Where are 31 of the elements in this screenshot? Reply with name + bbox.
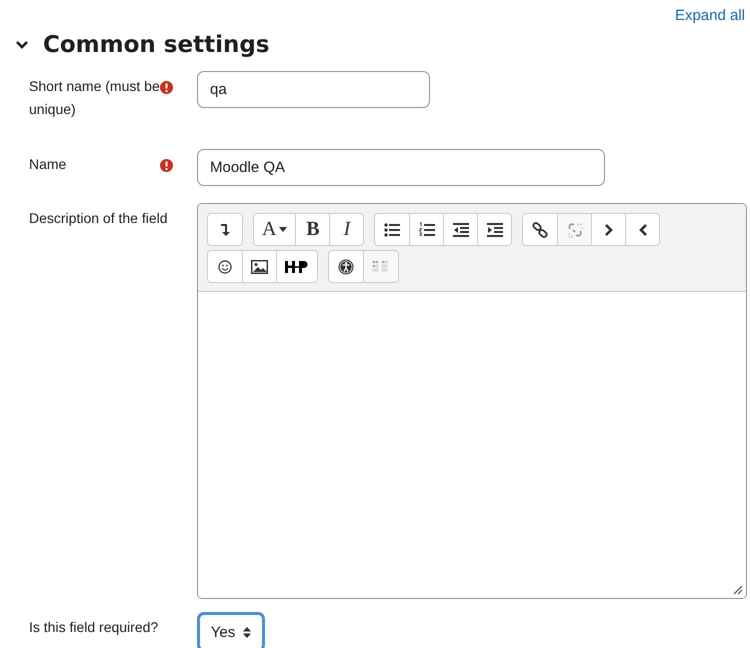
chevron-left-icon (638, 222, 648, 236)
insert-line-icon (220, 222, 230, 236)
field-label: Description of the field (29, 209, 169, 228)
resize-grip-icon[interactable] (733, 585, 743, 595)
collapse-chevron-icon[interactable] (15, 40, 29, 50)
field-label: Name (29, 155, 68, 174)
text-field[interactable]: qa (197, 71, 430, 108)
toolbar-button[interactable] (477, 214, 512, 245)
expand-all-link[interactable]: Expand all (674, 7, 745, 27)
chevron-right-icon (604, 222, 614, 236)
accessibility-icon (338, 258, 354, 274)
unlink-icon (566, 222, 583, 238)
select-field[interactable]: Yes (197, 612, 265, 648)
text-field[interactable]: Moodle QA (197, 149, 605, 186)
editor-field[interactable]: A B I (197, 203, 747, 599)
outdent-icon (452, 222, 469, 236)
smiley-icon (218, 260, 232, 274)
field-label: Short name (must be unique) (29, 77, 160, 119)
sort-arrows-icon (243, 626, 252, 638)
image-icon (251, 260, 268, 274)
section-title: Common settings (43, 32, 270, 58)
bullet-list-icon (384, 222, 400, 236)
toolbar-button[interactable] (276, 251, 317, 282)
field-label: Is this field required? (29, 618, 160, 637)
numbered-list-icon (418, 222, 435, 237)
braille-icon (372, 260, 390, 274)
link-icon (532, 222, 548, 238)
toolbar-button[interactable] (625, 214, 660, 245)
format-button[interactable]: I (329, 214, 364, 245)
indent-icon (486, 222, 503, 236)
h5p-logo-icon (285, 260, 309, 272)
